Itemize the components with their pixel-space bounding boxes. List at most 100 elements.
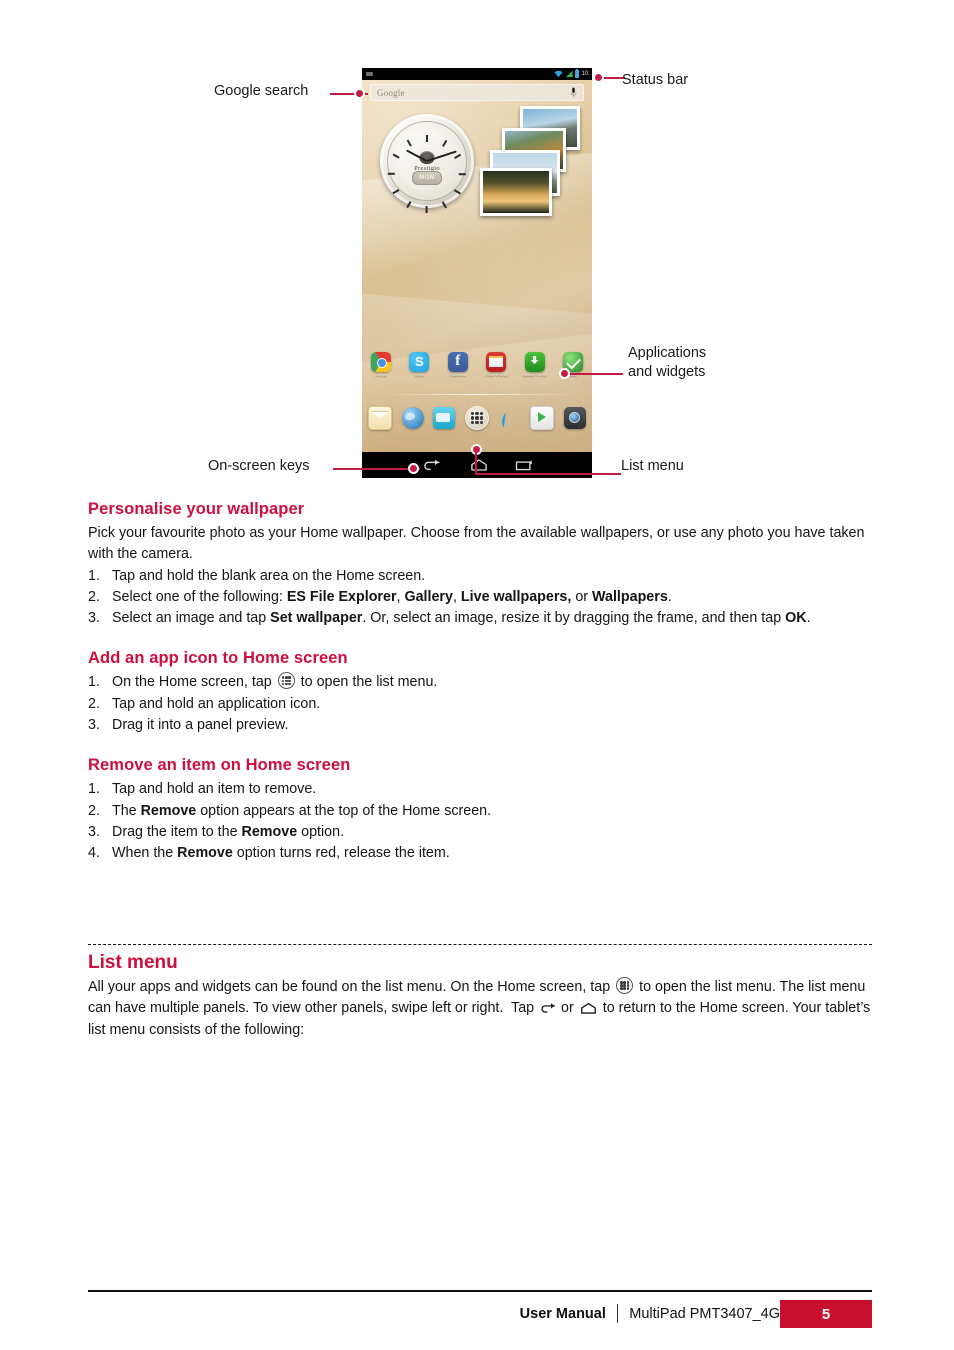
- list-item: 1. On the Home screen, tap to open the li…: [88, 672, 872, 693]
- step-text: Tap and hold an application icon.: [112, 695, 321, 712]
- manual-body: Personalise your wallpaper Pick your fav…: [88, 500, 872, 865]
- footer-user-manual: User Manual: [519, 1305, 606, 1322]
- google-logo: Google: [377, 87, 405, 98]
- callout-on-screen-keys: On-screen keys: [208, 458, 310, 474]
- step-text: Tap and hold an item to remove.: [112, 781, 317, 798]
- manual-page: 10: Google Prestigio MON Google S Skype …: [0, 0, 954, 1350]
- play-store-icon[interactable]: [530, 406, 555, 430]
- list-item: 3. Drag the item to the Remove option.: [88, 822, 872, 843]
- camera-icon[interactable]: [563, 407, 586, 429]
- step-number: 1.: [88, 567, 100, 584]
- status-bar: 10:: [362, 68, 592, 80]
- section-heading-list-menu: List menu: [88, 952, 178, 973]
- app-label: Installer Family: [522, 374, 547, 377]
- step-text: Select an image and tap Set wallpaper. O…: [112, 610, 811, 627]
- app-label: Google: [375, 374, 387, 377]
- step-text: Drag the item to the Remove option.: [112, 823, 345, 840]
- gallery-photo: [480, 168, 552, 216]
- app-label: eTutor eFamily: [484, 374, 509, 377]
- step-number: 2.: [88, 695, 100, 712]
- notification-icon: [366, 72, 373, 76]
- list-item: 3. Select an image and tap Set wallpaper.…: [88, 608, 872, 629]
- app-drawer-icon: [277, 672, 295, 690]
- steps-add-app-icon: 1. On the Home screen, tap to open the li…: [88, 672, 872, 736]
- callout-dot: [408, 463, 419, 474]
- footer-separator: [616, 1304, 619, 1323]
- tablet-screenshot: 10: Google Prestigio MON Google S Skype …: [362, 68, 592, 478]
- back-key-icon: [539, 1000, 556, 1013]
- callout-leader-line: [475, 449, 477, 474]
- callout-status-bar: Status bar: [622, 72, 689, 88]
- back-key[interactable]: [421, 458, 441, 472]
- emergency-shield-icon: [486, 352, 507, 372]
- list-menu-paragraph: All your apps and widgets can be found o…: [88, 977, 871, 1038]
- list-item: 2. Tap and hold an application icon.: [88, 694, 872, 715]
- step-text: Drag it into a panel preview.: [112, 717, 289, 734]
- installer-shield-icon: [524, 352, 545, 372]
- list-item: 4. When the Remove option turns red, rele…: [88, 843, 872, 864]
- skype-icon: [409, 352, 430, 372]
- gallery-widget[interactable]: [480, 106, 584, 216]
- steps-remove-item: 1. Tap and hold an item to remove. 2. The …: [88, 779, 872, 864]
- callout-google-search: Google search: [214, 83, 309, 99]
- home-app-chrome[interactable]: Google: [368, 352, 394, 378]
- step-number: 4.: [88, 845, 100, 862]
- app-drawer-icon: [616, 977, 634, 994]
- step-text: The Remove option appears at the top of …: [112, 802, 492, 819]
- home-app-installer[interactable]: Installer Family: [522, 352, 548, 378]
- clock-widget[interactable]: Prestigio MON: [380, 114, 474, 213]
- list-item: 1. Tap and hold the blank area on the Hom…: [88, 566, 872, 587]
- battery-icon: [574, 68, 579, 78]
- section-heading-personalise-wallpaper: Personalise your wallpaper: [88, 500, 305, 518]
- step-number: 3.: [88, 610, 100, 627]
- phone-icon[interactable]: [499, 407, 521, 429]
- section-heading-add-app-icon: Add an app icon to Home screen: [88, 649, 348, 668]
- home-apps-row: Google Skype Facebook eTutor eFamily Ins…: [368, 352, 586, 378]
- signal-icon: [565, 70, 573, 78]
- callout-leader-line: [333, 468, 420, 470]
- callout-line-2: and widgets: [628, 364, 706, 381]
- step-number: 3.: [88, 823, 100, 840]
- step-number: 2.: [88, 802, 100, 819]
- home-screen-figure: 10: Google Prestigio MON Google S Skype …: [0, 0, 954, 500]
- clock-day-text: MON: [419, 174, 435, 181]
- app-label: Skype: [414, 374, 425, 377]
- recent-apps-key[interactable]: [514, 458, 534, 472]
- browser-icon[interactable]: [401, 407, 424, 429]
- email-icon[interactable]: [368, 406, 392, 430]
- list-item: 3. Drag it into a panel preview.: [88, 715, 872, 736]
- chrome-icon: [371, 352, 391, 372]
- step-number: 3.: [88, 717, 100, 734]
- callout-leader-line: [565, 373, 623, 375]
- home-key[interactable]: [469, 458, 489, 472]
- step-number: 2.: [88, 588, 100, 605]
- callout-applications-widgets: Applications and widgets: [628, 344, 706, 382]
- callout-dot: [559, 368, 570, 379]
- callout-dot: [593, 72, 604, 83]
- step-number: 1.: [88, 674, 100, 691]
- facebook-icon: [447, 352, 468, 372]
- home-app-emergency[interactable]: eTutor eFamily: [483, 352, 509, 378]
- file-manager-icon[interactable]: [433, 407, 456, 429]
- footer-text: User Manual MultiPad PMT3407_4G: [520, 1304, 780, 1323]
- page-number: 5: [821, 1305, 831, 1323]
- footer-rule: [88, 1290, 872, 1293]
- home-key-icon: [579, 1000, 598, 1014]
- google-search-bar[interactable]: Google: [370, 84, 584, 101]
- clock-bezel: Prestigio MON: [387, 121, 467, 213]
- app-drawer-icon[interactable]: [464, 406, 489, 430]
- home-app-skype[interactable]: Skype: [406, 352, 432, 378]
- microphone-icon[interactable]: [570, 87, 577, 98]
- clock-face: Prestigio MON: [388, 131, 466, 213]
- dock-divider: [376, 394, 578, 395]
- callout-dot: [354, 88, 365, 99]
- section-intro-personalise-wallpaper: Pick your favourite photo as your Home w…: [88, 525, 865, 563]
- home-app-facebook[interactable]: Facebook: [445, 352, 471, 378]
- step-text: Tap and hold the blank area on the Home …: [112, 567, 426, 584]
- step-number: 1.: [88, 781, 100, 798]
- callout-leader-line: [475, 473, 621, 475]
- steps-personalise-wallpaper: 1. Tap and hold the blank area on the Hom…: [88, 566, 872, 630]
- dock: [368, 406, 586, 430]
- status-time: 10:: [581, 71, 590, 77]
- section-heading-remove-item: Remove an item on Home screen: [88, 756, 351, 775]
